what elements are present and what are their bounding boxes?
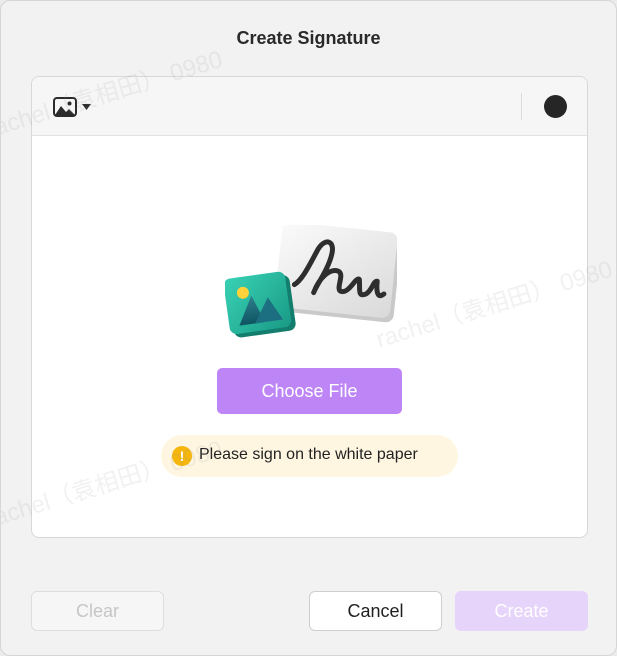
create-signature-dialog: Create Signature Choose File ! Please si… — [0, 0, 617, 656]
signature-panel: Choose File ! Please sign on the white p… — [31, 76, 588, 538]
caret-down-icon — [82, 104, 91, 110]
hint-text: Please sign on the white paper — [199, 446, 418, 463]
create-button[interactable]: Create — [455, 591, 588, 631]
signature-toolbar — [32, 77, 587, 136]
warning-icon: ! — [172, 446, 192, 466]
hint-banner: ! Please sign on the white paper — [161, 435, 458, 477]
signature-illustration — [225, 225, 397, 338]
pen-color-swatch[interactable] — [544, 95, 567, 118]
image-icon — [53, 97, 77, 117]
dialog-title: Create Signature — [236, 28, 381, 48]
toolbar-divider — [521, 93, 522, 120]
choose-file-button[interactable]: Choose File — [217, 368, 402, 414]
cancel-button[interactable]: Cancel — [309, 591, 442, 631]
clear-button[interactable]: Clear — [31, 591, 164, 631]
image-mode-dropdown[interactable] — [51, 95, 95, 119]
